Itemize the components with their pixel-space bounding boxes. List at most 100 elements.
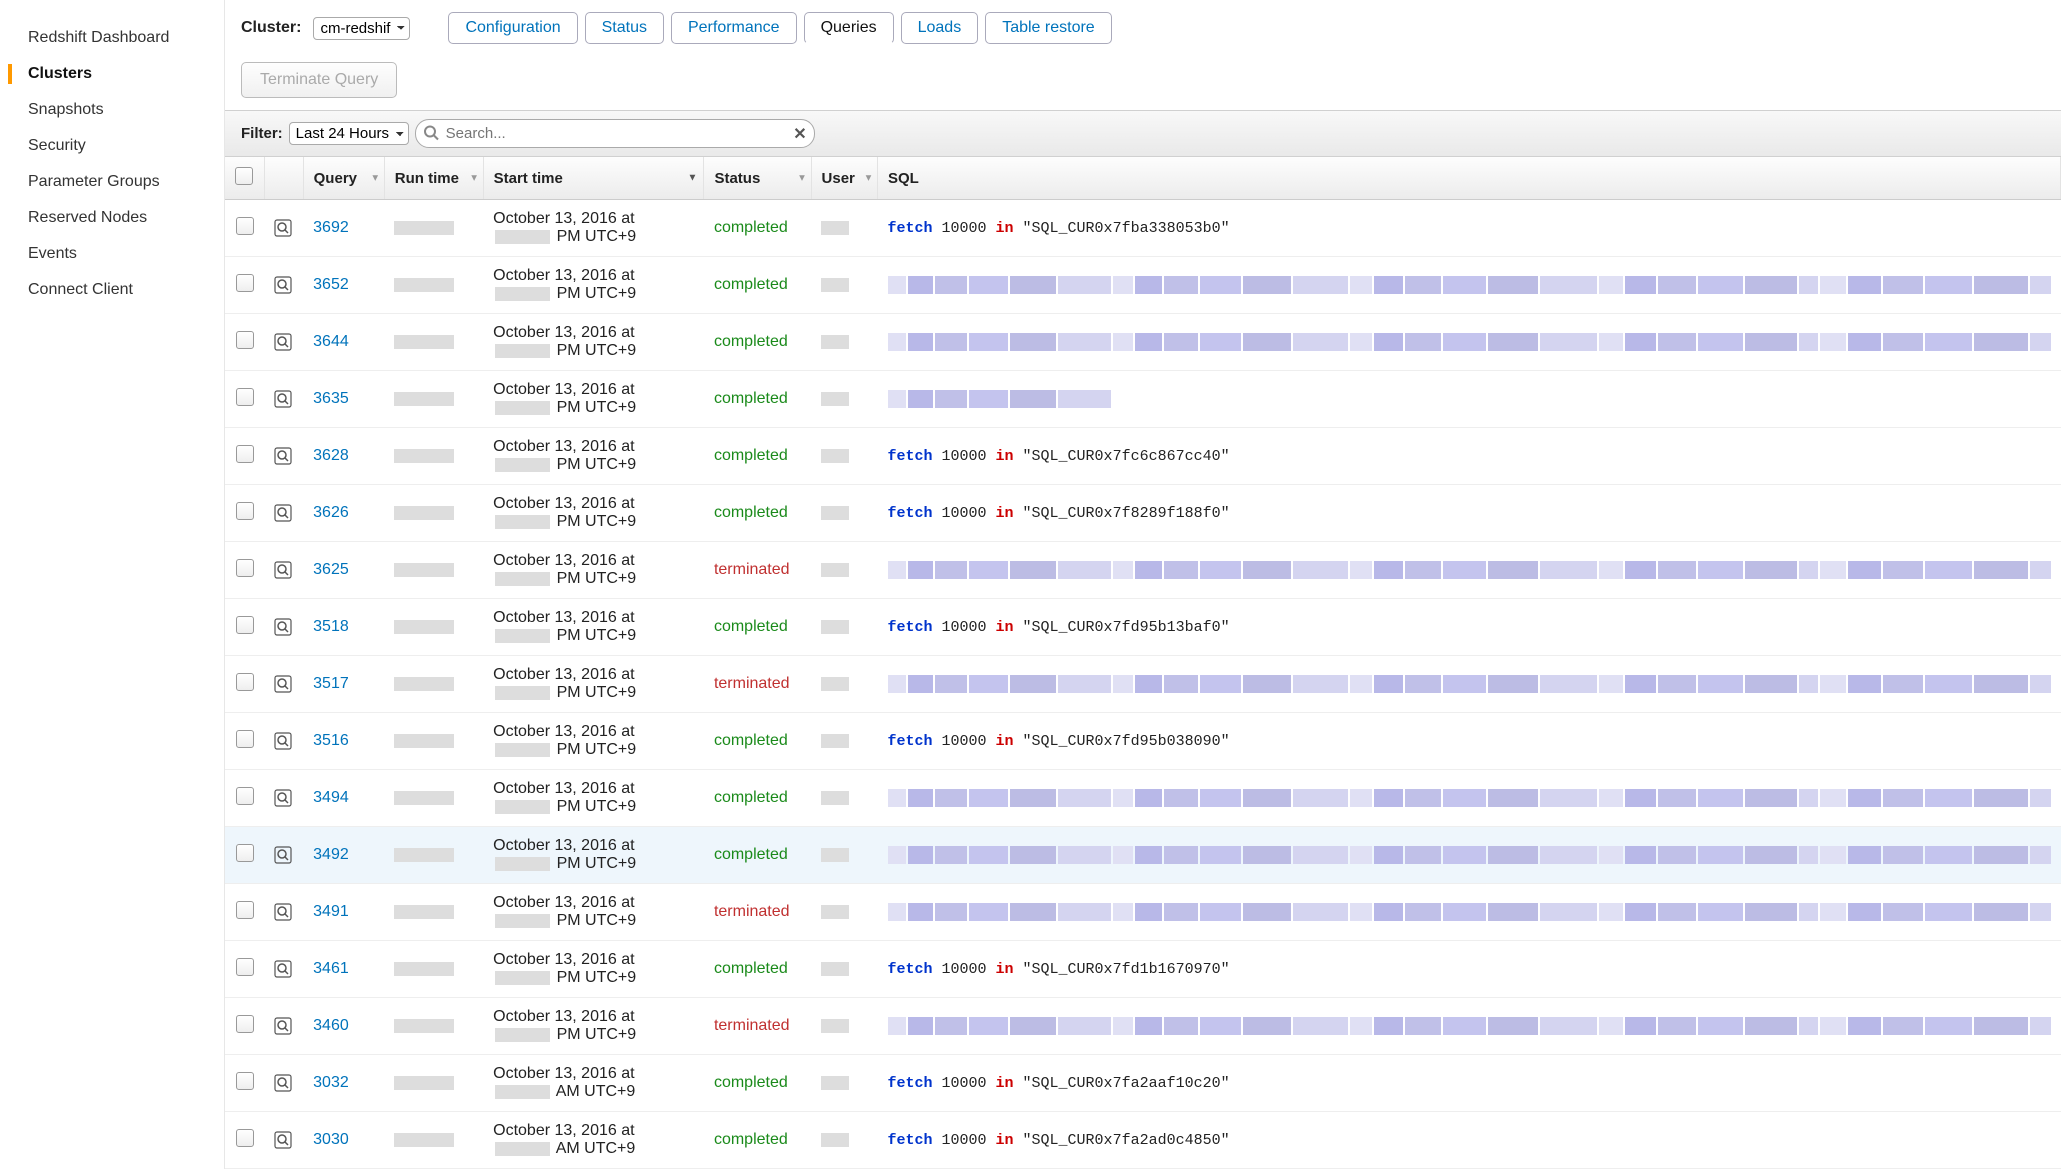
col-checkbox[interactable] (225, 157, 264, 200)
col-status[interactable]: Status▾ (704, 157, 811, 200)
table-row[interactable]: 3494October 13, 2016 at PM UTC+9complete… (225, 770, 2061, 827)
filter-range-select[interactable]: Last 24 Hours (289, 122, 409, 145)
table-row[interactable]: 3492October 13, 2016 at PM UTC+9complete… (225, 827, 2061, 884)
tab-queries[interactable]: Queries (804, 12, 894, 44)
query-id-link[interactable]: 3692 (313, 219, 349, 236)
cluster-select[interactable]: cm-redshif (313, 17, 410, 40)
table-row[interactable]: 3491October 13, 2016 at PM UTC+9terminat… (225, 884, 2061, 941)
magnify-icon[interactable] (274, 390, 293, 408)
magnify-icon[interactable] (274, 960, 293, 978)
row-checkbox[interactable] (236, 730, 254, 748)
status-text: completed (714, 504, 788, 521)
table-row[interactable]: 3460October 13, 2016 at PM UTC+9terminat… (225, 998, 2061, 1055)
query-id-link[interactable]: 3517 (313, 675, 349, 692)
table-row[interactable]: 3625October 13, 2016 at PM UTC+9terminat… (225, 542, 2061, 599)
query-id-link[interactable]: 3491 (313, 903, 349, 920)
query-id-link[interactable]: 3652 (313, 276, 349, 293)
table-row[interactable]: 3652October 13, 2016 at PM UTC+9complete… (225, 257, 2061, 314)
table-row[interactable]: 3644October 13, 2016 at PM UTC+9complete… (225, 314, 2061, 371)
col-user[interactable]: User▾ (811, 157, 877, 200)
status-text: completed (714, 789, 788, 806)
start-time: October 13, 2016 at PM UTC+9 (483, 827, 704, 884)
query-id-link[interactable]: 3518 (313, 618, 349, 635)
status-text: completed (714, 1074, 788, 1091)
query-id-link[interactable]: 3625 (313, 561, 349, 578)
magnify-icon[interactable] (274, 1074, 293, 1092)
sidebar-item-reserved-nodes[interactable]: Reserved Nodes (0, 200, 224, 236)
col-runtime[interactable]: Run time▾ (384, 157, 483, 200)
clear-search-icon[interactable]: ✕ (793, 124, 806, 144)
magnify-icon[interactable] (274, 789, 293, 807)
row-checkbox[interactable] (236, 331, 254, 349)
tab-status[interactable]: Status (585, 12, 664, 44)
row-checkbox[interactable] (236, 958, 254, 976)
query-id-link[interactable]: 3644 (313, 333, 349, 350)
magnify-icon[interactable] (274, 675, 293, 693)
table-row[interactable]: 3635October 13, 2016 at PM UTC+9complete… (225, 371, 2061, 428)
magnify-icon[interactable] (274, 846, 293, 864)
col-start-time[interactable]: Start time (483, 157, 704, 200)
sidebar-item-events[interactable]: Events (0, 236, 224, 272)
tab-loads[interactable]: Loads (901, 12, 979, 44)
magnify-icon[interactable] (274, 903, 293, 921)
row-checkbox[interactable] (236, 445, 254, 463)
col-query[interactable]: Query▾ (303, 157, 384, 200)
sidebar-item-parameter-groups[interactable]: Parameter Groups (0, 164, 224, 200)
magnify-icon[interactable] (274, 561, 293, 579)
search-input[interactable] (415, 119, 815, 148)
sidebar-item-redshift-dashboard[interactable]: Redshift Dashboard (0, 20, 224, 56)
row-checkbox[interactable] (236, 1015, 254, 1033)
row-checkbox[interactable] (236, 673, 254, 691)
table-row[interactable]: 3030October 13, 2016 at AM UTC+9complete… (225, 1112, 2061, 1169)
row-checkbox[interactable] (236, 217, 254, 235)
row-checkbox[interactable] (236, 844, 254, 862)
table-row[interactable]: 3628October 13, 2016 at PM UTC+9complete… (225, 428, 2061, 485)
magnify-icon[interactable] (274, 618, 293, 636)
sidebar-item-clusters[interactable]: Clusters (0, 56, 224, 92)
sidebar-item-snapshots[interactable]: Snapshots (0, 92, 224, 128)
query-id-link[interactable]: 3626 (313, 504, 349, 521)
table-row[interactable]: 3032October 13, 2016 at AM UTC+9complete… (225, 1055, 2061, 1112)
table-row[interactable]: 3517October 13, 2016 at PM UTC+9terminat… (225, 656, 2061, 713)
row-checkbox[interactable] (236, 1072, 254, 1090)
query-id-link[interactable]: 3628 (313, 447, 349, 464)
table-row[interactable]: 3626October 13, 2016 at PM UTC+9complete… (225, 485, 2061, 542)
sidebar-item-connect-client[interactable]: Connect Client (0, 272, 224, 308)
magnify-icon[interactable] (274, 219, 293, 237)
table-row[interactable]: 3692October 13, 2016 at PM UTC+9complete… (225, 200, 2061, 257)
query-id-link[interactable]: 3635 (313, 390, 349, 407)
tab-table-restore[interactable]: Table restore (985, 12, 1112, 44)
magnify-icon[interactable] (274, 504, 293, 522)
table-row[interactable]: 3518October 13, 2016 at PM UTC+9complete… (225, 599, 2061, 656)
query-id-link[interactable]: 3492 (313, 846, 349, 863)
table-row[interactable]: 3461October 13, 2016 at PM UTC+9complete… (225, 941, 2061, 998)
query-id-link[interactable]: 3461 (313, 960, 349, 977)
row-checkbox[interactable] (236, 274, 254, 292)
query-id-link[interactable]: 3516 (313, 732, 349, 749)
tab-configuration[interactable]: Configuration (448, 12, 577, 44)
query-id-link[interactable]: 3032 (313, 1074, 349, 1091)
terminate-query-button[interactable]: Terminate Query (241, 62, 397, 98)
row-checkbox[interactable] (236, 787, 254, 805)
row-checkbox[interactable] (236, 901, 254, 919)
query-id-link[interactable]: 3494 (313, 789, 349, 806)
tab-performance[interactable]: Performance (671, 12, 797, 44)
row-checkbox[interactable] (236, 616, 254, 634)
row-checkbox[interactable] (236, 388, 254, 406)
query-id-link[interactable]: 3460 (313, 1017, 349, 1034)
row-checkbox[interactable] (236, 1129, 254, 1147)
magnify-icon[interactable] (274, 1017, 293, 1035)
magnify-icon[interactable] (274, 1131, 293, 1149)
row-checkbox[interactable] (236, 502, 254, 520)
table-row[interactable]: 3516October 13, 2016 at PM UTC+9complete… (225, 713, 2061, 770)
query-id-link[interactable]: 3030 (313, 1131, 349, 1148)
col-sql[interactable]: SQL (878, 157, 2061, 200)
status-text: terminated (714, 1017, 790, 1034)
magnify-icon[interactable] (274, 276, 293, 294)
magnify-icon[interactable] (274, 333, 293, 351)
row-checkbox[interactable] (236, 559, 254, 577)
magnify-icon[interactable] (274, 732, 293, 750)
sidebar-item-security[interactable]: Security (0, 128, 224, 164)
select-all-checkbox[interactable] (235, 167, 253, 185)
magnify-icon[interactable] (274, 447, 293, 465)
